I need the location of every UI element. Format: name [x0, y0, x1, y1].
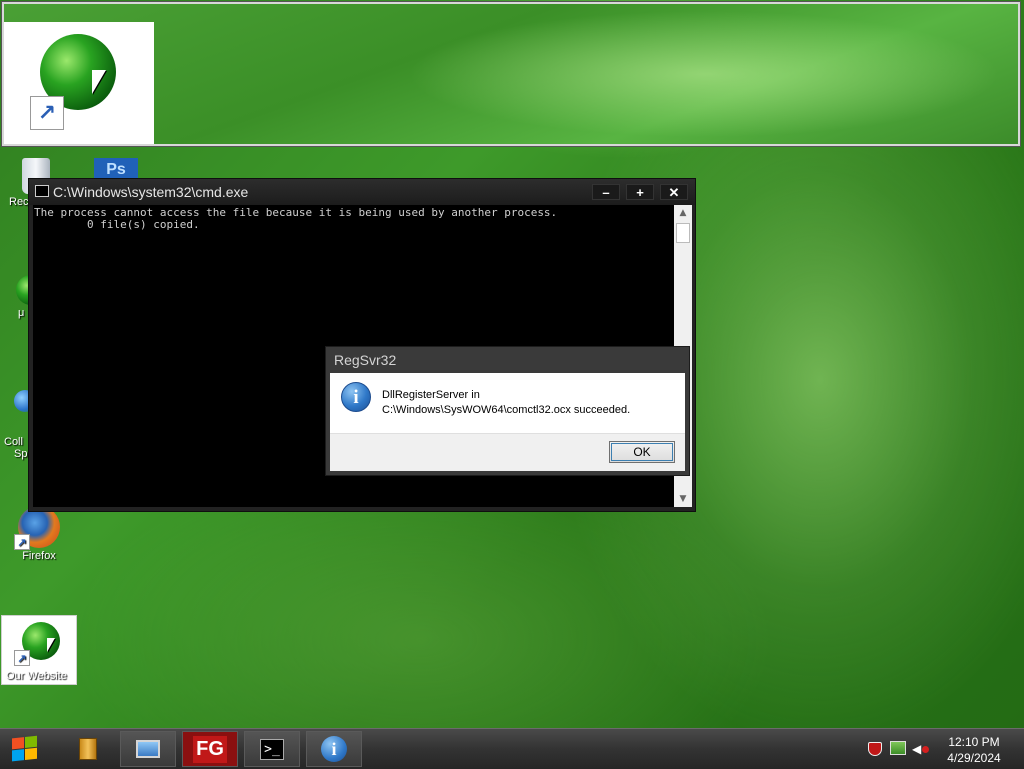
dialog-message-line: C:\Windows\SysWOW64\comctl32.ocx succeed…: [382, 404, 631, 416]
clock-time: 12:10 PM: [948, 735, 1000, 749]
cmd-title-bar[interactable]: C:\Windows\system32\cmd.exe – + ✕: [29, 179, 695, 205]
desktop-icon-label: Our Website: [6, 670, 67, 682]
taskbar-winrar-button[interactable]: [70, 733, 106, 765]
system-clock[interactable]: 12:10 PM 4/29/2024: [940, 734, 1008, 766]
taskbar-cmd-button[interactable]: >_: [244, 731, 300, 767]
desktop-icon-firefox[interactable]: ↗ Firefox: [10, 506, 68, 562]
console-icon: [35, 185, 49, 197]
magnifier-view: [1, 1, 1021, 147]
archive-icon: [79, 738, 97, 760]
cursor-icon: [47, 638, 55, 652]
tray-volume-icon[interactable]: ◀: [912, 742, 930, 756]
minimize-button[interactable]: –: [592, 184, 620, 200]
taskbar-network-button[interactable]: [120, 731, 176, 767]
scroll-up-icon[interactable]: ▲: [674, 205, 692, 221]
clock-date: 4/29/2024: [947, 751, 1001, 765]
cmd-title: C:\Windows\system32\cmd.exe: [53, 184, 249, 200]
photoshop-icon[interactable]: Ps: [94, 158, 138, 178]
dialog-button-bar: OK: [330, 433, 685, 471]
shortcut-arrow-icon: ↗: [30, 96, 64, 130]
tray-security-icon[interactable]: [868, 742, 882, 756]
dialog-message-area: i DllRegisterServer in C:\Windows\SysWOW…: [330, 373, 685, 433]
maximize-button[interactable]: +: [626, 184, 654, 200]
regsvr32-dialog[interactable]: RegSvr32 i DllRegisterServer in C:\Windo…: [325, 346, 690, 476]
dialog-message: DllRegisterServer in C:\Windows\SysWOW64…: [382, 388, 630, 418]
tray-network-icon[interactable]: [890, 741, 906, 755]
taskbar-fg-button[interactable]: FG: [182, 731, 238, 767]
console-icon: >_: [260, 738, 284, 760]
taskbar-info-button[interactable]: i: [306, 731, 362, 767]
magnified-our-website-icon: ↗: [4, 22, 154, 144]
shortcut-arrow-icon: ↗: [14, 534, 30, 550]
taskbar: FG >_ i ◀ 12:10 PM 4/29/2024: [0, 728, 1024, 769]
info-icon: i: [341, 382, 371, 412]
scroll-down-icon[interactable]: ▼: [674, 491, 692, 507]
fg-app-icon: FG: [193, 735, 227, 763]
info-icon: i: [321, 736, 347, 762]
windows-logo-icon: [12, 735, 38, 763]
desktop-icon-our-website[interactable]: ↗ Our Website: [1, 615, 77, 685]
start-button[interactable]: [8, 735, 42, 763]
cursor-icon: [92, 70, 106, 94]
desktop-icon-label: Firefox: [22, 550, 56, 562]
dialog-message-line: DllRegisterServer in: [382, 389, 480, 401]
ok-button[interactable]: OK: [609, 441, 675, 463]
scrollbar-thumb[interactable]: [676, 223, 690, 243]
dialog-title: RegSvr32: [334, 352, 397, 368]
computer-monitor-icon: [136, 740, 160, 758]
close-button[interactable]: ✕: [660, 184, 688, 200]
console-line: 0 file(s) copied.: [34, 218, 200, 231]
shortcut-arrow-icon: ↗: [14, 650, 30, 666]
